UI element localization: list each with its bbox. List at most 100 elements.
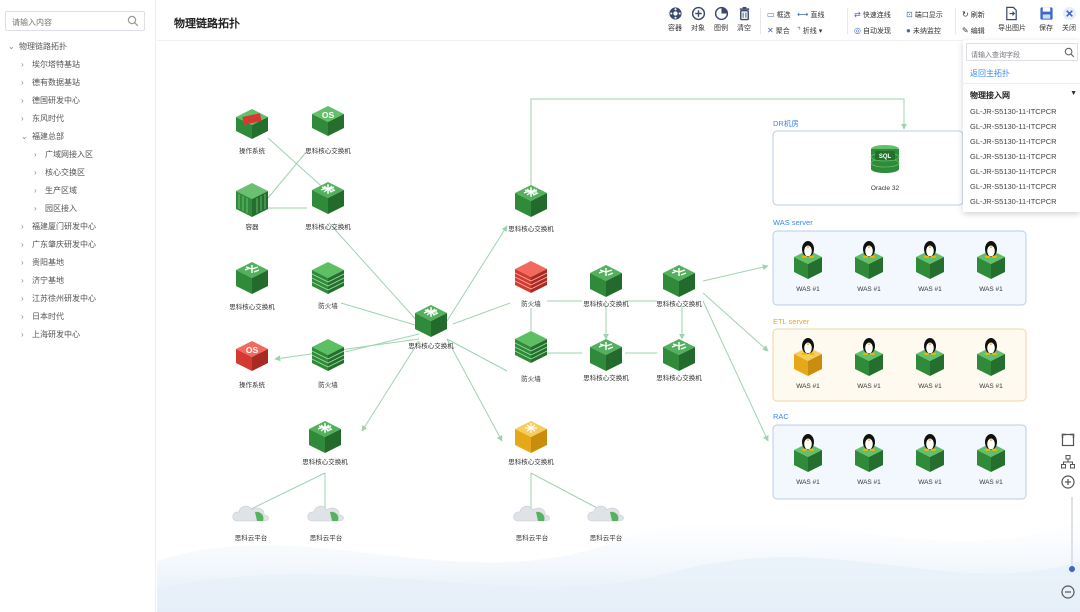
zoom-slider-thumb[interactable]: [1069, 566, 1075, 572]
port-display-button[interactable]: ⊡ 端口显示: [906, 9, 943, 21]
dropdown-search-box[interactable]: [966, 43, 1078, 64]
cloud-node[interactable]: 思科云平台: [232, 505, 269, 542]
cloud-node[interactable]: 思科云平台: [513, 505, 550, 542]
chevron-right-icon[interactable]: ›: [21, 272, 24, 290]
zoom-slider-track[interactable]: [1071, 497, 1073, 573]
os-node[interactable]: 操作系统: [236, 109, 268, 155]
legend-button[interactable]: 图例: [709, 6, 733, 36]
firewall-node[interactable]: 防火墙: [311, 338, 345, 389]
aggregate-button[interactable]: ✕ 聚合: [767, 25, 790, 37]
quick-connect-button[interactable]: ⇄ 快速连线: [854, 9, 891, 21]
tree-item[interactable]: › 济宁基地: [0, 272, 156, 290]
cloud-node[interactable]: 思科云平台: [587, 505, 624, 542]
switch-node-yellow[interactable]: 思科核心交换机: [508, 421, 554, 466]
dropdown-option[interactable]: GL-JR-S5130-11-ITCPCR: [970, 122, 1057, 131]
chevron-right-icon[interactable]: ›: [21, 110, 24, 128]
container-node[interactable]: 容器: [236, 183, 268, 231]
chevron-right-icon[interactable]: ›: [21, 74, 24, 92]
caret-down-icon[interactable]: ▼: [1070, 90, 1077, 97]
tree-item[interactable]: › 广域网接入区: [0, 146, 156, 164]
dropdown-group-label[interactable]: 物理接入网: [970, 90, 1010, 101]
tree-item[interactable]: › 贵阳基地: [0, 254, 156, 272]
tree-item[interactable]: › 生产区域: [0, 182, 156, 200]
chevron-right-icon[interactable]: ›: [21, 326, 24, 344]
switch-node[interactable]: 思科核心交换机: [583, 338, 629, 382]
tree-item[interactable]: › 东风时代: [0, 110, 156, 128]
was-server-group[interactable]: WAS server WAS #1 WAS #1 WAS #1 WAS #1: [772, 218, 1027, 306]
search-icon[interactable]: [127, 15, 139, 27]
close-button[interactable]: 关闭: [1059, 6, 1079, 36]
dropdown-option[interactable]: GL-JR-S5130-11-ITCPCR: [970, 137, 1057, 146]
switch-node[interactable]: 思科核心交换机: [508, 185, 554, 233]
straight-line-button[interactable]: ⟷ 直线: [797, 9, 824, 21]
switch-node[interactable]: 思科核心交换机: [305, 182, 351, 231]
dropdown-option[interactable]: GL-JR-S5130-11-ITCPCR: [970, 107, 1057, 116]
os-node-red[interactable]: OS 操作系统: [236, 341, 268, 389]
dropdown-option[interactable]: GL-JR-S5130-11-ITCPCR: [970, 197, 1057, 206]
tree-item[interactable]: › 日本时代: [0, 308, 156, 326]
unmonitored-button[interactable]: ● 未纳监控: [906, 25, 941, 37]
chevron-right-icon[interactable]: ›: [21, 236, 24, 254]
polyline-dropdown-icon[interactable]: ▾: [819, 28, 823, 35]
firewall-node-red[interactable]: 防火墙: [514, 260, 548, 308]
zoom-in-icon[interactable]: [1060, 474, 1076, 490]
back-to-main-topology-link[interactable]: 返回主拓扑: [970, 68, 1010, 79]
export-image-button[interactable]: 导出图片: [998, 6, 1026, 36]
tree-item[interactable]: › 广东肇庆研发中心: [0, 236, 156, 254]
switch-node[interactable]: 思科核心交换机: [583, 264, 629, 308]
core-switch-node[interactable]: 思科核心交换机: [408, 305, 454, 350]
switch-node[interactable]: OS 思科核心交换机: [305, 106, 351, 155]
switch-node[interactable]: 思科核心交换机: [656, 264, 702, 308]
chevron-right-icon[interactable]: ›: [21, 308, 24, 326]
chevron-right-icon[interactable]: ›: [21, 56, 24, 74]
sidebar-search-input[interactable]: [6, 13, 124, 32]
save-button[interactable]: 保存: [1037, 6, 1055, 36]
layout-tree-icon[interactable]: [1060, 454, 1076, 470]
dr-group[interactable]: DR机房 SQL Oracle 32: [772, 118, 964, 206]
chevron-right-icon[interactable]: ›: [34, 200, 37, 218]
switch-node[interactable]: 思科核心交换机: [229, 261, 275, 311]
search-icon[interactable]: [1064, 47, 1075, 58]
clear-button[interactable]: 清空: [732, 6, 756, 36]
tree-item[interactable]: › 核心交换区: [0, 164, 156, 182]
topology-canvas[interactable]: 操作系统 OS 思科核心交换机 容器 思科核心交换机 思科核心交换机 防火墙 O…: [157, 41, 1080, 612]
add-object-button[interactable]: 对象: [686, 6, 710, 36]
polyline-button[interactable]: ⌝ 折线 ▾: [797, 25, 822, 37]
firewall-node[interactable]: 防火墙: [514, 330, 548, 383]
dropdown-option[interactable]: GL-JR-S5130-11-ITCPCR: [970, 182, 1057, 191]
chevron-right-icon[interactable]: ›: [21, 254, 24, 272]
chevron-right-icon[interactable]: ›: [34, 146, 37, 164]
tree-item[interactable]: › 江苏徐州研发中心: [0, 290, 156, 308]
tree-item[interactable]: › 德有数据基站: [0, 74, 156, 92]
firewall-node[interactable]: 防火墙: [311, 261, 345, 310]
zoom-out-icon[interactable]: [1060, 584, 1076, 600]
refresh-button[interactable]: ↻ 刷新: [962, 9, 985, 21]
auto-discover-button[interactable]: ◎ 自动发现: [854, 25, 891, 37]
chevron-right-icon[interactable]: ›: [34, 164, 37, 182]
tree-item[interactable]: ⌄ 物理链路拓扑: [0, 38, 156, 56]
box-select-button[interactable]: ▭ 框选: [767, 9, 791, 21]
switch-node[interactable]: 思科核心交换机: [656, 338, 702, 382]
tree-item[interactable]: ⌄ 福建总部: [0, 128, 156, 146]
chevron-down-icon[interactable]: ⌄: [21, 128, 28, 146]
tree-item[interactable]: › 埃尔塔特基站: [0, 56, 156, 74]
chevron-right-icon[interactable]: ›: [21, 290, 24, 308]
switch-node[interactable]: 思科核心交换机: [302, 421, 348, 466]
chevron-right-icon[interactable]: ›: [21, 218, 24, 236]
rac-group[interactable]: RAC WAS #1 WAS #1 WAS #1 WAS #1: [772, 412, 1027, 500]
tree-item[interactable]: › 园区接入: [0, 200, 156, 218]
tree-item[interactable]: › 上海研发中心: [0, 326, 156, 344]
dropdown-option[interactable]: GL-JR-S5130-11-ITCPCR: [970, 152, 1057, 161]
chevron-down-icon[interactable]: ⌄: [8, 38, 15, 56]
cloud-node[interactable]: 思科云平台: [307, 505, 344, 542]
etl-server-group[interactable]: ETL server WAS #1 WAS #1 WAS #1 WAS #1: [772, 317, 1027, 402]
tree-item[interactable]: › 德国研发中心: [0, 92, 156, 110]
dropdown-search-input[interactable]: [967, 47, 1063, 64]
database-node[interactable]: SQL Oracle 32: [870, 145, 900, 192]
edit-button[interactable]: ✎ 编辑: [962, 25, 985, 37]
fit-screen-icon[interactable]: [1060, 432, 1076, 448]
sidebar-search-box[interactable]: [5, 11, 145, 32]
chevron-right-icon[interactable]: ›: [34, 182, 37, 200]
container-button[interactable]: 容器: [663, 6, 687, 36]
dropdown-option[interactable]: GL-JR-S5130-11-ITCPCR: [970, 167, 1057, 176]
